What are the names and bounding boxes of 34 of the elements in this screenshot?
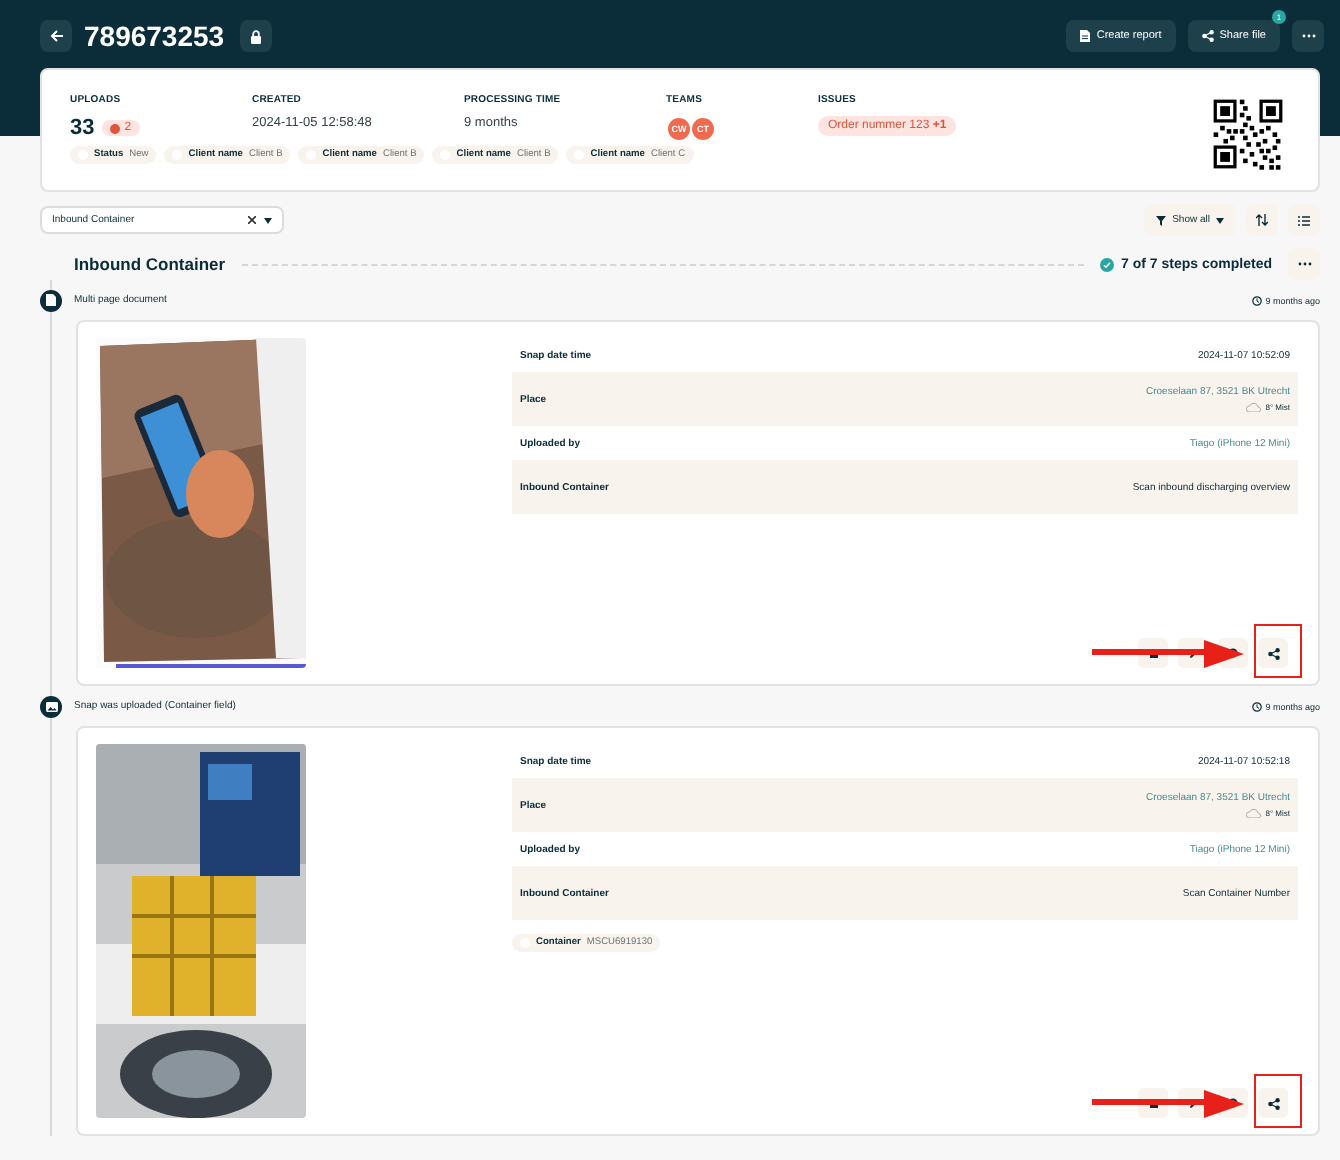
- qr-code: [1210, 96, 1286, 172]
- page-title: 789673253: [84, 20, 225, 52]
- share-button[interactable]: [1258, 638, 1288, 668]
- share-icon: [1267, 1097, 1279, 1109]
- lock-button[interactable]: [240, 20, 273, 52]
- pencil-icon: [1189, 649, 1197, 657]
- caret-icon: [1216, 217, 1224, 223]
- lock-icon: [250, 29, 263, 43]
- list-view-button[interactable]: [1288, 204, 1320, 236]
- share-button[interactable]: [1258, 1088, 1288, 1118]
- download-icon: [1149, 1099, 1157, 1107]
- pencil-icon: [1189, 1099, 1197, 1107]
- document-icon: [46, 294, 56, 306]
- list-icon: [1298, 215, 1310, 225]
- share-icon: [1201, 30, 1214, 42]
- image-icon: [45, 701, 57, 711]
- caret-icon: [264, 217, 272, 223]
- back-button[interactable]: [40, 20, 72, 52]
- cloud-icon: [1245, 402, 1262, 412]
- download-icon: [1149, 649, 1157, 657]
- section-title: Inbound Container: [74, 254, 226, 274]
- share-icon: [1267, 647, 1279, 659]
- document-icon: [1080, 30, 1091, 42]
- upload-count: 33: [70, 116, 95, 140]
- clock-icon: [1251, 701, 1262, 711]
- back-arrow-icon: [49, 30, 63, 42]
- check-circle-icon: [1099, 257, 1114, 271]
- clear-icon: [248, 216, 256, 224]
- filter-icon: [1156, 215, 1167, 225]
- sort-icon: [1256, 214, 1268, 226]
- clock-icon: [1251, 295, 1262, 305]
- cloud-icon: [1245, 808, 1262, 818]
- sort-button[interactable]: [1246, 204, 1278, 236]
- more-button[interactable]: [1292, 20, 1324, 52]
